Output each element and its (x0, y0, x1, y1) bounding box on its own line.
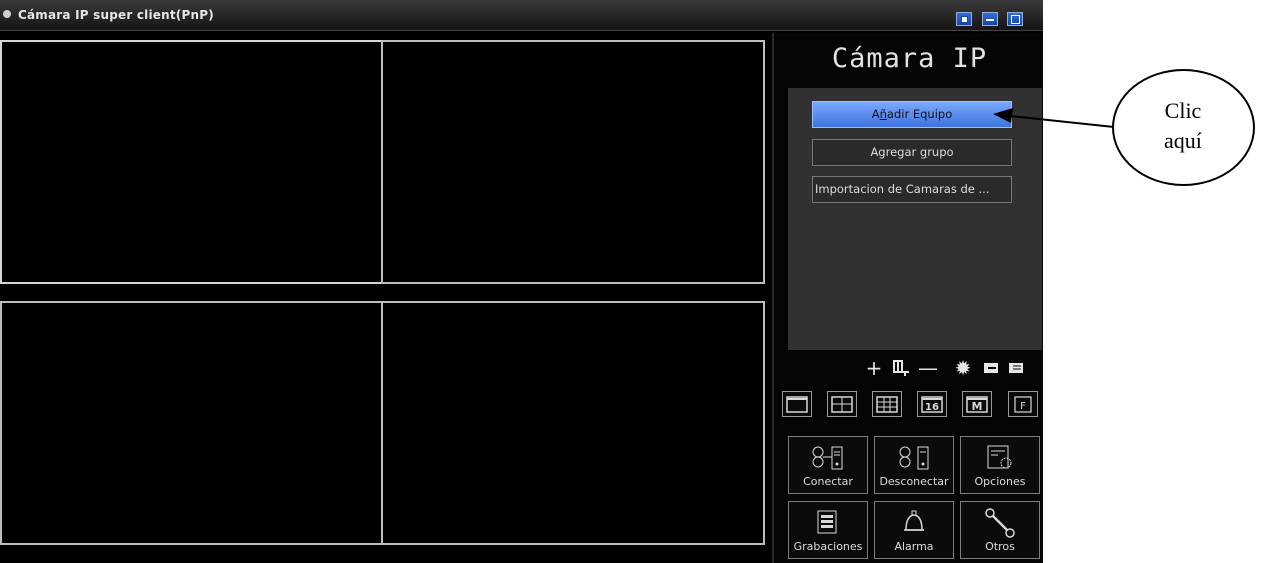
callout-text: Clic aquí (1164, 98, 1202, 153)
annotation-arrow (993, 108, 1115, 128)
